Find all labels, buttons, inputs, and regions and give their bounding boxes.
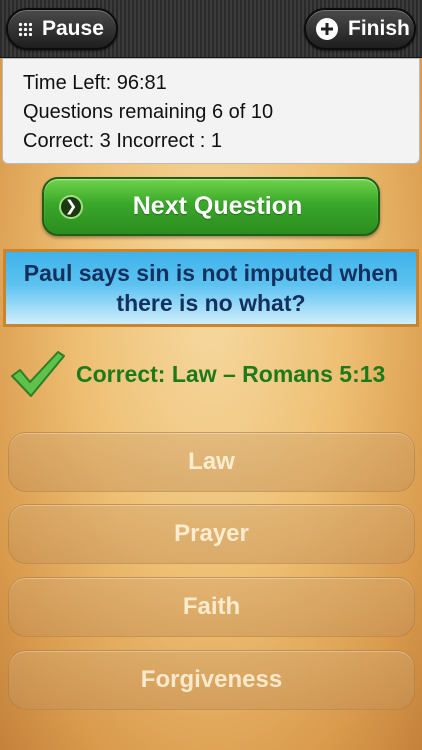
answer-label: Prayer: [174, 520, 249, 547]
answer-label: Forgiveness: [140, 666, 283, 693]
answer-option[interactable]: Faith: [8, 577, 415, 637]
pause-button[interactable]: Pause: [6, 8, 118, 50]
questions-remaining: Questions remaining 6 of 10: [23, 101, 274, 123]
feedback-text: Correct: Law – Romans 5:13: [76, 360, 386, 387]
answer-option[interactable]: Prayer: [8, 504, 415, 564]
next-question-label: Next Question: [132, 192, 303, 220]
time-left: Time Left: 96:81: [23, 72, 167, 94]
question-text: Paul says sin is not imputed when there …: [3, 249, 419, 327]
answer-option[interactable]: Forgiveness: [8, 650, 415, 710]
grid-icon: [18, 18, 32, 40]
next-question-button[interactable]: ❯ Next Question: [42, 177, 380, 236]
stats-panel: Time Left: 96:81 Questions remaining 6 o…: [2, 58, 420, 164]
answer-label: Faith: [182, 593, 241, 620]
question-line-2: there is no what?: [116, 290, 306, 316]
answer-feedback: Correct: Law – Romans 5:13: [8, 346, 418, 402]
finish-button-label: Finish: [348, 17, 410, 40]
checkmark-icon: [11, 351, 65, 397]
pause-button-label: Pause: [42, 17, 104, 40]
question-line-1: Paul says sin is not imputed when: [23, 260, 399, 286]
plus-icon: [316, 18, 338, 40]
finish-button[interactable]: Finish: [304, 8, 416, 50]
chevron-right-icon: ❯: [59, 194, 83, 219]
answer-label: Law: [188, 448, 235, 475]
score: Correct: 3 Incorrect : 1: [23, 130, 222, 152]
top-toolbar: Pause Finish: [0, 0, 422, 58]
answer-option[interactable]: Law: [8, 432, 415, 492]
